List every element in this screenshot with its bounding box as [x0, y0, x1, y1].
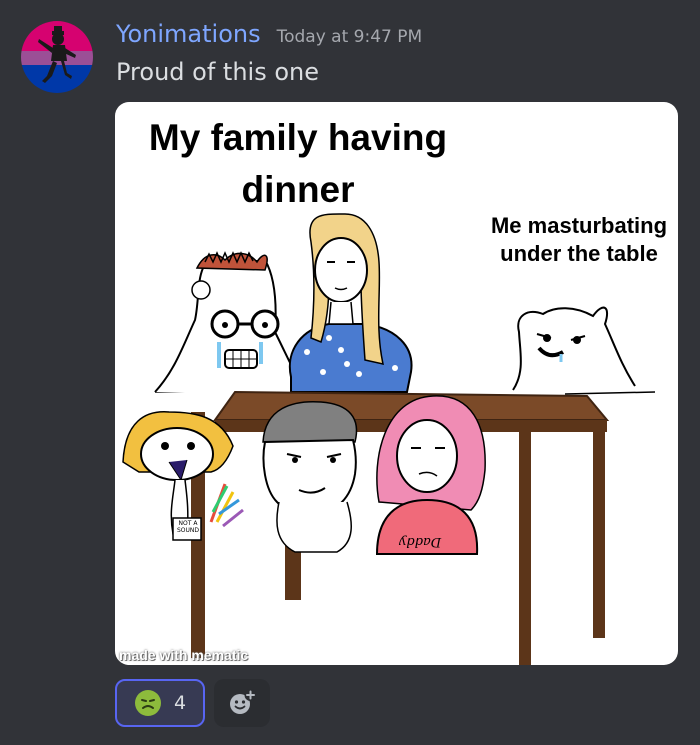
- message-header: Yonimations Today at 9:47 PM: [116, 20, 422, 52]
- reaction-count: 4: [173, 692, 187, 714]
- message-timestamp[interactable]: Today at 9:47 PM: [277, 27, 423, 47]
- meme-title-text: My family having dinner: [148, 117, 448, 210]
- message-text: Proud of this one: [116, 58, 319, 86]
- mematic-watermark: made with mematic: [119, 647, 249, 663]
- add-reaction-icon: [230, 689, 257, 714]
- crying-glasses-character: [154, 251, 306, 393]
- nauseated-face-icon: [134, 690, 161, 716]
- blonde-girl-character: [288, 213, 413, 393]
- grey-haired-character: [262, 400, 358, 553]
- sign-text: NOT A SOUND: [176, 520, 200, 534]
- shirt-text: Daddy: [399, 534, 442, 549]
- author-username[interactable]: Yonimations: [116, 20, 261, 48]
- me-character: [512, 306, 636, 391]
- meme-caption-text: Me masturbating under the table: [490, 213, 668, 266]
- pink-haired-girl-character: [375, 395, 486, 555]
- author-avatar[interactable]: [21, 21, 93, 93]
- reaction-nauseated-face[interactable]: 4: [115, 679, 205, 727]
- meme-image-attachment[interactable]: My family having dinner Me masturbating …: [115, 102, 678, 665]
- add-reaction-button[interactable]: [214, 679, 270, 727]
- dancing-figure-avatar-icon: [21, 21, 93, 93]
